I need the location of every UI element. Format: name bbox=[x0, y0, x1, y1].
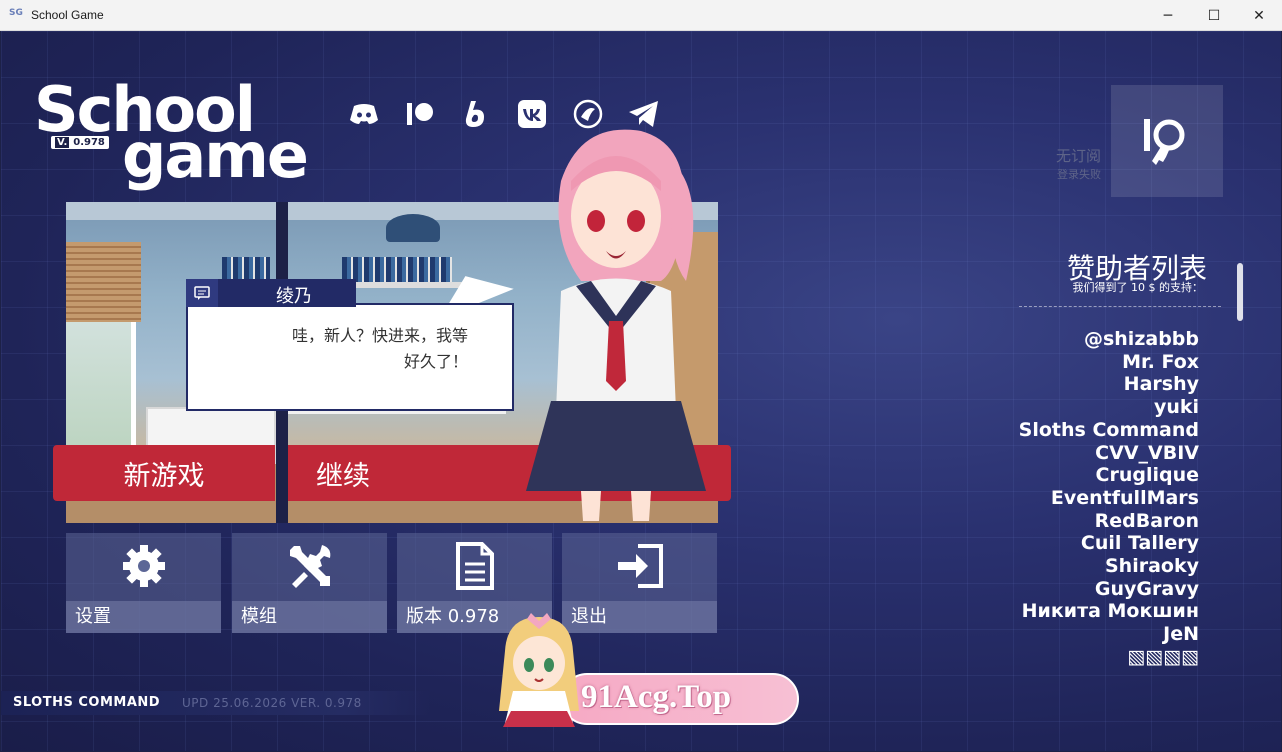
discord-icon[interactable] bbox=[347, 97, 381, 131]
character-illustration bbox=[526, 129, 706, 521]
list-item: Cuil Tallery bbox=[1080, 532, 1199, 555]
minimize-button[interactable]: ─ bbox=[1145, 0, 1191, 31]
list-item: Shiraoky bbox=[1105, 555, 1199, 578]
key-icon bbox=[1144, 119, 1185, 165]
app-icon: SG bbox=[9, 8, 23, 18]
list-item: Cruglique bbox=[1095, 464, 1199, 487]
settings-label: 设置 bbox=[66, 601, 221, 633]
divider bbox=[1019, 306, 1221, 307]
boosty-icon[interactable] bbox=[459, 97, 493, 131]
watermark-text: 91Acg.Top bbox=[581, 679, 732, 715]
window-title: School Game bbox=[31, 8, 104, 22]
list-item: CVV_VBIV bbox=[1095, 441, 1199, 464]
maximize-button[interactable]: ☐ bbox=[1191, 0, 1237, 31]
list-item: yuki bbox=[1153, 396, 1199, 419]
tools-icon bbox=[232, 539, 387, 593]
close-button[interactable]: ✕ bbox=[1236, 0, 1282, 31]
login-status: 无订阅 登录失败 bbox=[1021, 145, 1101, 182]
blinds-image bbox=[66, 242, 141, 322]
subscription-status: 无订阅 bbox=[1055, 147, 1101, 165]
chat-icon bbox=[186, 279, 218, 307]
speaker-nameplate: 绫乃 bbox=[186, 279, 356, 307]
exit-icon bbox=[562, 539, 717, 593]
window-titlebar: SG School Game ─ ☐ ✕ bbox=[0, 0, 1282, 31]
version-badge: V. 0.978 bbox=[51, 136, 109, 149]
list-item: @shizabbb bbox=[1083, 328, 1199, 350]
list-item: JeN bbox=[1163, 623, 1199, 646]
speaker-name: 绫乃 bbox=[276, 286, 312, 307]
list-item: RedBaron bbox=[1094, 509, 1199, 532]
mods-tile[interactable]: 模组 bbox=[232, 533, 387, 633]
dialog-box: 哇，新人？快进来，我等 好久了！ bbox=[186, 303, 514, 411]
login-button[interactable] bbox=[1111, 85, 1223, 197]
logo-game-text: game bbox=[122, 119, 309, 192]
list-item: Sloths Command bbox=[1018, 418, 1199, 441]
mods-label: 模组 bbox=[232, 601, 387, 633]
list-item: GuyGravy bbox=[1094, 577, 1199, 600]
version-number: 0.978 bbox=[73, 137, 105, 148]
list-item: Mr. Fox bbox=[1122, 350, 1199, 373]
dialog-line: 哇，新人？快进来，我等 bbox=[291, 326, 468, 345]
main-menu-scene: School game V. 0.978 无订阅 登录失败 赞助者列表 我们得到… bbox=[1, 31, 1281, 751]
chibi-mascot-image bbox=[499, 613, 579, 727]
scrollbar-thumb[interactable] bbox=[1237, 263, 1243, 321]
list-item: Никита Мокшин bbox=[1021, 600, 1199, 623]
sponsors-subtitle: 我们得到了 10 $ 的支持： bbox=[1072, 281, 1204, 294]
dialog-line: 好久了！ bbox=[403, 352, 468, 371]
studio-name: SLOTHS COMMAND bbox=[13, 695, 161, 710]
new-game-button[interactable]: 新游戏 bbox=[53, 445, 275, 501]
gear-icon bbox=[66, 539, 221, 593]
sponsors-scrollbar[interactable] bbox=[1237, 263, 1243, 693]
version-prefix: V. bbox=[55, 137, 70, 148]
footer-bar: SLOTHS COMMAND UPD 25.06.2026 VER. 0.978 bbox=[1, 691, 431, 715]
document-icon bbox=[397, 539, 552, 593]
patreon-icon[interactable] bbox=[403, 97, 437, 131]
sponsors-list: @shizabbb Mr. Fox Harshy yuki Sloths Com… bbox=[939, 328, 1199, 668]
settings-tile[interactable]: 设置 bbox=[66, 533, 221, 633]
list-item: ▧▧▧▧ bbox=[1127, 645, 1199, 668]
login-status-text: 登录失败 bbox=[1057, 168, 1101, 181]
list-item: EventfullMars bbox=[1050, 486, 1199, 509]
watermark: 91Acg.Top bbox=[491, 611, 801, 731]
list-item: Harshy bbox=[1123, 373, 1199, 396]
update-info: UPD 25.06.2026 VER. 0.978 bbox=[182, 696, 362, 710]
lamp-image bbox=[386, 214, 440, 242]
